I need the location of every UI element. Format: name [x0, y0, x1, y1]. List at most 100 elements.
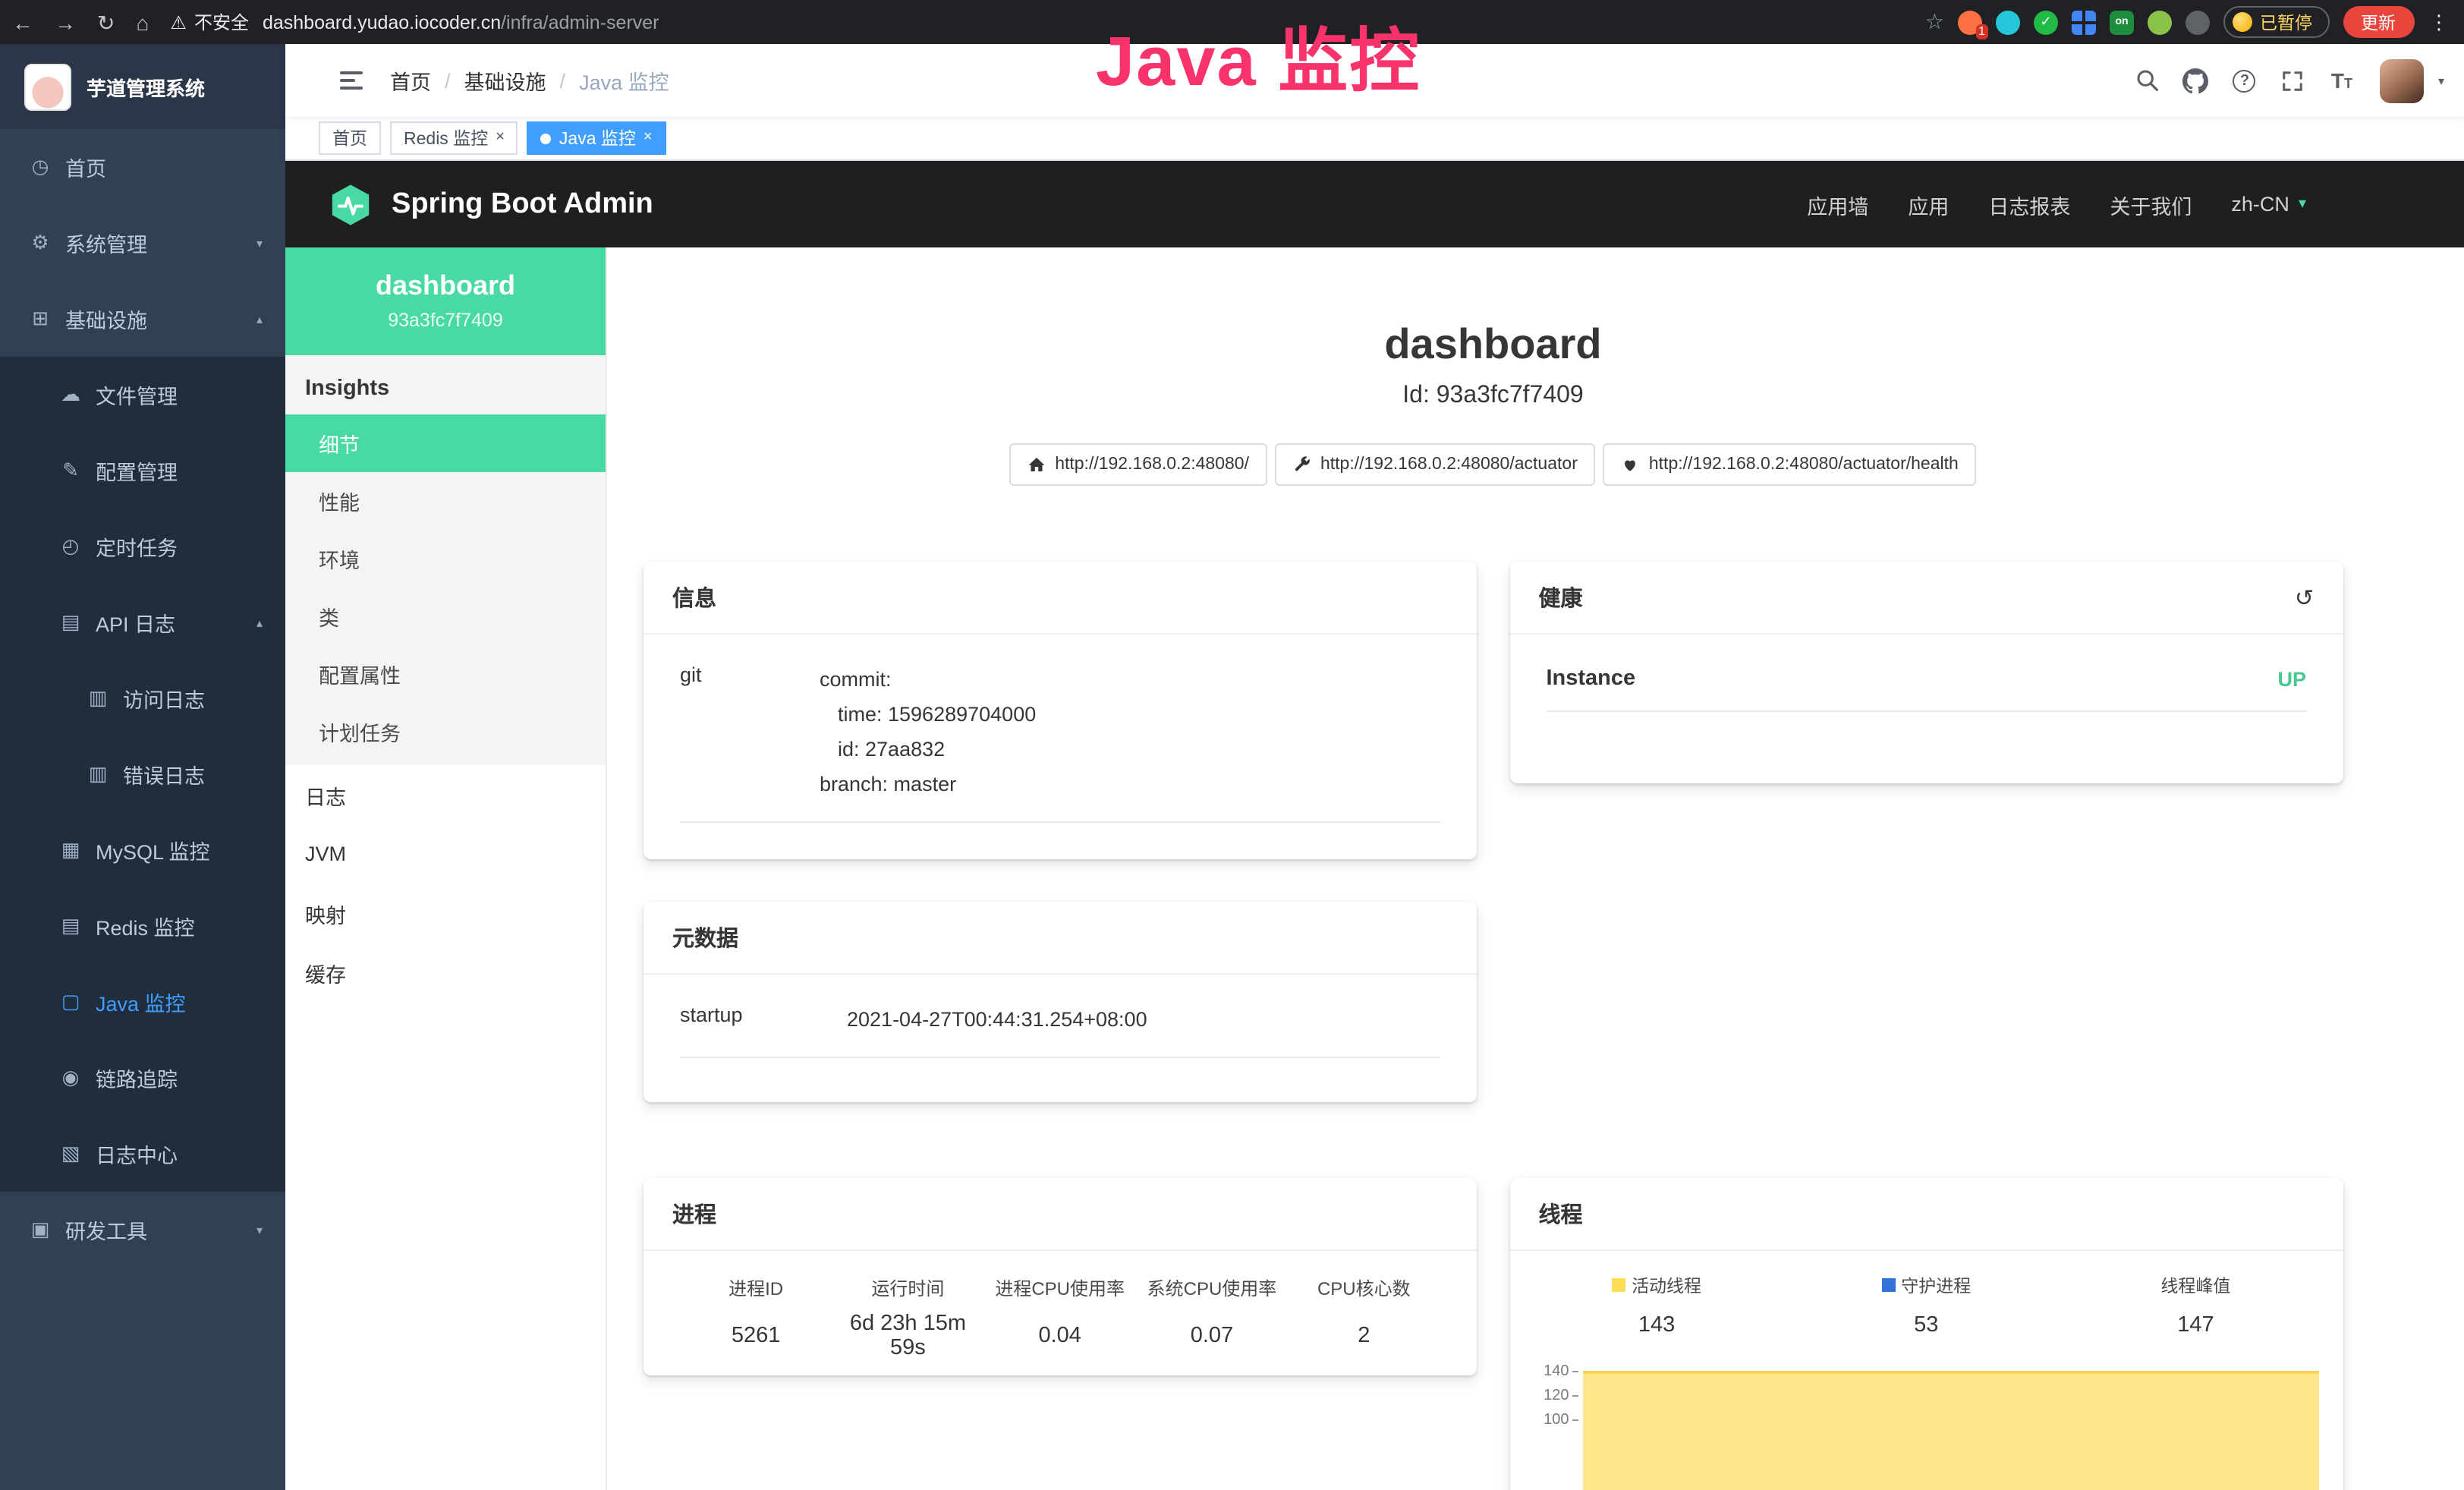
breadcrumb-home[interactable]: 首页 [390, 65, 431, 96]
sba-brand[interactable]: Spring Boot Admin [328, 181, 653, 227]
instance-name: dashboard [294, 270, 596, 302]
sba-link-wallboard[interactable]: 应用墙 [1807, 189, 1868, 219]
monitor-icon: ▢ [59, 990, 82, 1014]
help-icon[interactable]: ? [2226, 61, 2264, 99]
sidebar-item-redis-monitor[interactable]: ▤ Redis 监控 [0, 888, 285, 964]
process-header-cores: CPU核心数 [1288, 1269, 1440, 1304]
legend-swatch-daemon [1881, 1278, 1895, 1292]
sidebar-item-java-monitor[interactable]: ▢ Java 监控 [0, 964, 285, 1040]
sidebar-item-config-management[interactable]: ✎ 配置管理 [0, 433, 285, 509]
health-history-icon[interactable]: ↺ [2295, 584, 2314, 611]
tab-home[interactable]: 首页 [319, 121, 381, 155]
navbar-actions: ? TT ▾ [2129, 58, 2464, 102]
threads-card-title: 线程 [1539, 1198, 1583, 1230]
forward-icon[interactable]: → [55, 11, 76, 33]
sidebar-toggle-icon[interactable] [340, 71, 363, 90]
extension-icon-dark[interactable] [2186, 10, 2210, 34]
font-size-icon[interactable]: TT [2323, 61, 2361, 99]
sba-menu-details[interactable]: 细节 [285, 414, 606, 472]
close-icon[interactable]: × [496, 131, 505, 146]
endpoint-actuator-link[interactable]: http://192.168.0.2:48080/actuator [1275, 443, 1596, 486]
health-instance-row: Instance UP [1547, 666, 2307, 712]
bookmark-star-icon[interactable]: ☆ [1925, 9, 1944, 35]
reload-icon[interactable]: ↻ [97, 11, 115, 33]
sba-menu-jvm[interactable]: JVM [285, 824, 606, 884]
sidebar-item-home[interactable]: ◷ 首页 [0, 129, 285, 205]
health-card: 健康 ↺ Instance UP [1510, 562, 2343, 783]
sba-menu-caches[interactable]: 缓存 [285, 943, 606, 1002]
chrome-menu-icon[interactable]: ⋮ [2429, 10, 2449, 34]
sba-locale-select[interactable]: zh-CN ▾ [2231, 193, 2306, 216]
extension-icon-green-check[interactable]: ✓ [2034, 10, 2058, 34]
sidebar-item-log-center[interactable]: ▧ 日志中心 [0, 1116, 285, 1192]
sba-link-about[interactable]: 关于我们 [2110, 189, 2192, 219]
back-icon[interactable]: ← [12, 11, 33, 33]
avatar-caret-icon[interactable]: ▾ [2438, 74, 2444, 87]
tab-java-monitor[interactable]: Java 监控× [527, 121, 666, 155]
sidebar-item-access-logs[interactable]: ▥ 访问日志 [0, 660, 285, 736]
close-icon[interactable]: × [644, 131, 653, 146]
extension-icon-leaf[interactable] [2148, 10, 2172, 34]
sba-menu-logs[interactable]: 日志 [285, 765, 606, 824]
chevron-down-icon: ▾ [2299, 196, 2306, 213]
spring-boot-admin-frame: Spring Boot Admin 应用墙 应用 日志报表 关于我们 zh-CN… [285, 161, 2464, 1490]
tab-redis-monitor[interactable]: Redis 监控× [390, 121, 518, 155]
profile-paused-chip[interactable]: 已暂停 [2223, 6, 2329, 38]
instance-id: 93a3fc7f7409 [294, 310, 596, 331]
sba-link-applications[interactable]: 应用 [1908, 189, 1949, 219]
site-security-chip[interactable]: ⚠ 不安全 [170, 9, 249, 35]
process-pid: 5261 [680, 1304, 832, 1375]
home-icon [1027, 455, 1046, 474]
sidebar-group-dev-tools[interactable]: ▣ 研发工具 ▾ [0, 1192, 285, 1268]
process-card-title: 进程 [672, 1198, 716, 1230]
browser-home-icon[interactable]: ⌂ [136, 11, 149, 33]
metadata-startup-row: startup 2021-04-27T00:44:31.254+08:00 [680, 1002, 1440, 1058]
info-card: 信息 git commit: time: 1596289704000 id: 2… [644, 562, 1477, 859]
sba-menu-mappings[interactable]: 映射 [285, 884, 606, 943]
sidebar-item-scheduled-tasks[interactable]: ◴ 定时任务 [0, 509, 285, 584]
sba-menu-classes[interactable]: 类 [285, 587, 606, 645]
dashboard-icon: ◷ [29, 155, 52, 179]
sidebar-item-error-logs[interactable]: ▥ 错误日志 [0, 736, 285, 812]
extension-icon-orange[interactable]: 1 [1958, 10, 1982, 34]
insights-group: Insights 细节 性能 环境 类 配置属性 计划任务 [285, 355, 606, 765]
search-icon[interactable] [2129, 61, 2167, 99]
sba-nav-links: 应用墙 应用 日志报表 关于我们 zh-CN ▾ [1807, 189, 2306, 219]
sba-menu-config-props[interactable]: 配置属性 [285, 645, 606, 703]
instance-header[interactable]: dashboard 93a3fc7f7409 [285, 247, 606, 355]
extension-icon-teal-drop[interactable] [1996, 10, 2020, 34]
extension-icon-proxy-switch[interactable]: on [2110, 10, 2134, 34]
process-table: 进程ID 运行时间 进程CPU使用率 系统CPU使用率 CPU核心数 [680, 1269, 1440, 1375]
health-heart-icon [1622, 455, 1640, 474]
cloud-icon: ☁ [59, 383, 82, 407]
process-card: 进程 进程ID 运行时间 进程CPU使用率 系统CPU [644, 1178, 1477, 1375]
chrome-update-button[interactable]: 更新 [2343, 6, 2414, 38]
breadcrumb-infra[interactable]: 基础设施 [464, 65, 546, 96]
endpoint-home-link[interactable]: http://192.168.0.2:48080/ [1009, 443, 1267, 486]
user-avatar[interactable] [2381, 58, 2425, 102]
app-logo-row[interactable]: 芋道管理系统 [0, 44, 285, 129]
sidebar-group-system[interactable]: ⚙ 系统管理 ▾ [0, 205, 285, 281]
sba-menu-environment[interactable]: 环境 [285, 530, 606, 587]
screen: ← → ↻ ⌂ ⚠ 不安全 dashboard.yudao.iocoder.cn… [0, 0, 2464, 1490]
metadata-value: 2021-04-27T00:44:31.254+08:00 [847, 1002, 1440, 1037]
detail-id-line: Id: 93a3fc7f7409 [607, 383, 2379, 410]
endpoint-health-link[interactable]: http://192.168.0.2:48080/actuator/health [1603, 443, 1977, 486]
extension-icon-blue-grid[interactable] [2072, 10, 2096, 34]
address-bar[interactable]: dashboard.yudao.iocoder.cn/infra/admin-s… [263, 11, 659, 33]
sidebar-item-file-management[interactable]: ☁ 文件管理 [0, 357, 285, 433]
sidebar-group-api-logs[interactable]: ▤ API 日志 ▴ [0, 584, 285, 660]
sidebar-item-mysql-monitor[interactable]: ▦ MySQL 监控 [0, 812, 285, 888]
chart-plot-area [1580, 1365, 2319, 1490]
fullscreen-icon[interactable] [2274, 61, 2312, 99]
profile-emoji-icon [2233, 12, 2252, 32]
security-label: 不安全 [194, 9, 249, 35]
paused-label: 已暂停 [2260, 10, 2312, 34]
thread-stats: 活动线程 143 守护进程 53 [1522, 1272, 2331, 1337]
sidebar-group-infra[interactable]: ⊞ 基础设施 ▴ [0, 281, 285, 357]
sba-link-journal[interactable]: 日志报表 [1988, 189, 2070, 219]
sba-menu-metrics[interactable]: 性能 [285, 472, 606, 530]
sidebar-item-tracing[interactable]: ◉ 链路追踪 [0, 1040, 285, 1116]
sba-menu-scheduled-tasks[interactable]: 计划任务 [285, 703, 606, 761]
github-icon[interactable] [2177, 61, 2215, 99]
